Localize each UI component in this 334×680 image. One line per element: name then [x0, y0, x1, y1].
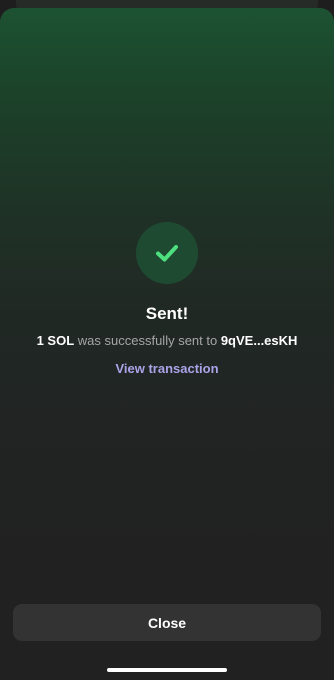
close-button[interactable]: Close	[13, 604, 321, 641]
success-check-badge	[136, 222, 198, 284]
status-title: Sent!	[145, 304, 189, 323]
checkmark-icon	[156, 245, 178, 262]
view-transaction-row: View transaction	[0, 359, 334, 379]
recipient-address: 9qVE...esKH	[220, 333, 298, 348]
message-text: was successfully sent to	[74, 333, 221, 348]
close-button-label: Close	[147, 614, 187, 631]
sent-amount: 1 SOL	[36, 333, 75, 348]
home-indicator	[107, 668, 227, 672]
view-transaction-link[interactable]: View transaction	[115, 361, 218, 376]
status-message: 1 SOL was successfully sent to 9qVE...es…	[0, 331, 334, 351]
